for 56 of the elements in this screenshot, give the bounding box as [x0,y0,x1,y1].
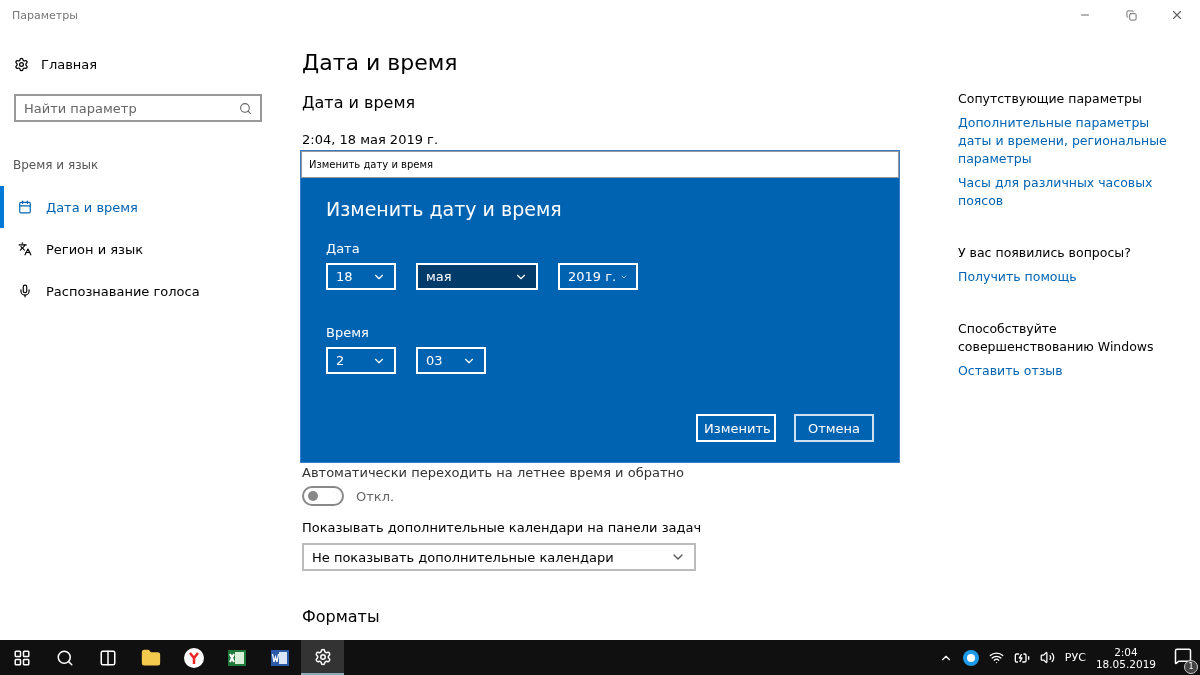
close-icon [1170,8,1184,22]
section-label: Время и язык [13,158,100,172]
tray-app-icon[interactable] [962,649,979,666]
dropdown[interactable]: 18 [326,263,396,290]
settings-icon[interactable] [313,647,332,666]
calendar-icon [18,200,32,214]
related-link[interactable]: Дополнительные параметры даты и времени, региональные параметры [958,114,1180,168]
related-link[interactable]: Получить помощь [958,268,1180,286]
current-date-time: 2:04, 18 мая 2019 г. [302,132,440,147]
dst-toggle[interactable] [302,486,344,506]
related-link[interactable]: Часы для различных часовых поясов [958,174,1180,210]
related-heading: У вас появились вопросы? [958,244,1132,262]
dropdown[interactable]: 2 [326,347,396,374]
document-icon[interactable] [269,647,290,668]
related-heading: Способствуйте совершенствованию Windows [958,320,1155,356]
field-label: Время [326,325,369,340]
dialog-title: Изменить дату и время [326,198,563,220]
field-label: Дата [326,241,360,256]
task-view-icon[interactable] [98,648,117,667]
home-link[interactable]: Главная [41,56,98,72]
language-indicator[interactable]: РУС [1064,651,1086,664]
calendars-dropdown[interactable]: Не показывать дополнительные календари [302,543,696,571]
volume-icon[interactable] [1039,650,1055,665]
sidebar-item[interactable]: Регион и язык [0,228,290,270]
section-title: Дата и время [302,93,417,112]
related-link[interactable]: Оставить отзыв [958,362,1180,380]
sidebar-item[interactable]: Распознавание голоса [0,270,290,312]
sidebar-item[interactable]: Дата и время [0,186,290,228]
section-title: Форматы [302,607,381,626]
network-icon[interactable] [988,650,1004,665]
browser-icon[interactable] [183,647,204,668]
search-placeholder: Найти параметр [24,100,137,116]
spreadsheet-icon[interactable] [226,647,247,668]
restore-icon [1125,9,1137,21]
home-icon[interactable] [14,56,29,72]
search-icon[interactable] [55,648,74,667]
language-icon [18,242,32,256]
dialog-window-title: Изменить дату и время [301,151,899,178]
calendars-label: Показывать дополнительные календари на панели задач [302,520,703,535]
folder-icon[interactable] [140,647,161,668]
dropdown[interactable]: 2019 г. [558,263,638,290]
dst-label: Автоматически переходить на летнее время и обратно [302,465,685,480]
dialog-button[interactable]: Изменить [696,414,776,442]
start-icon[interactable] [12,648,31,667]
page-title: Дата и время [302,50,459,75]
related-heading: Сопутствующие параметры [958,90,1143,108]
window-title: Параметры [12,8,79,22]
dialog-button[interactable]: Отмена [794,414,874,442]
microphone-icon [18,284,32,298]
search-icon [239,101,252,115]
search-field[interactable]: Найти параметр [14,94,262,122]
notification-count: 1 [1184,659,1198,674]
toggle-state: Откл. [356,488,395,504]
dropdown[interactable]: мая [416,263,538,290]
clock[interactable]: 2:04 18.05.2019 [1095,645,1156,670]
dropdown[interactable]: 03 [416,347,486,374]
